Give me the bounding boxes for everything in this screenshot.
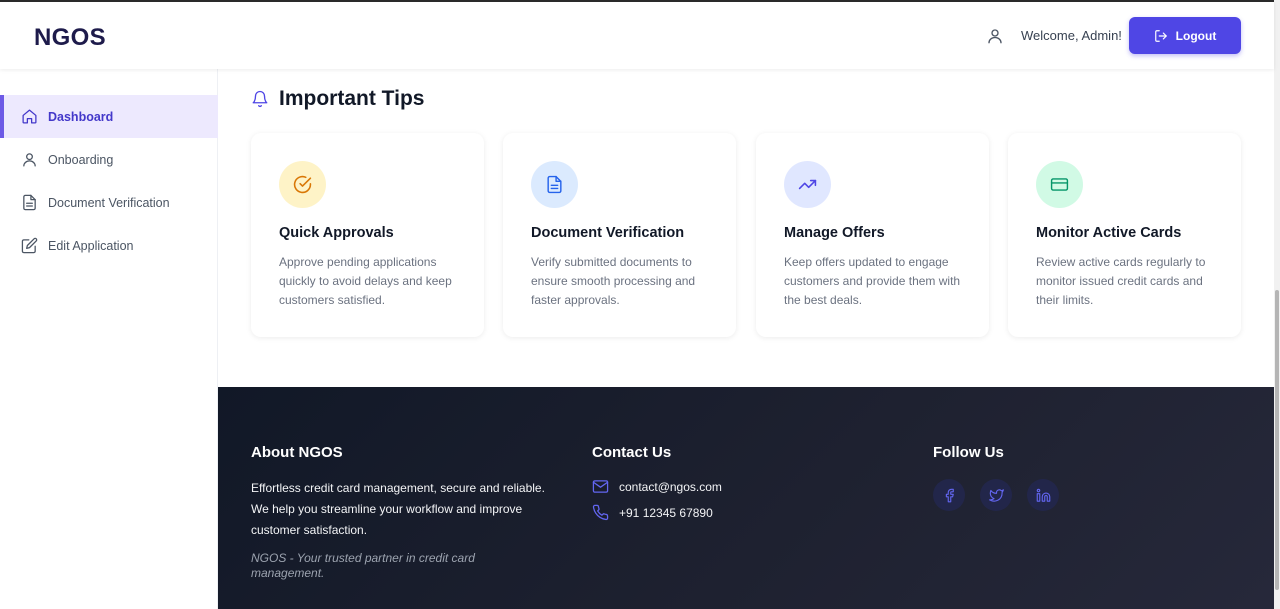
card-description: Approve pending applications quickly to … — [279, 255, 452, 307]
footer-tagline: NGOS - Your trusted partner in credit ca… — [251, 551, 475, 580]
facebook-icon — [945, 488, 954, 502]
document-icon — [547, 175, 562, 194]
footer: About NGOS Effortless credit card manage… — [218, 387, 1274, 609]
sidebar: Dashboard Onboarding Document Verificati… — [0, 69, 218, 609]
email-text: contact@ngos.com — [619, 479, 722, 494]
mail-icon — [592, 480, 609, 493]
twitter-link[interactable] — [980, 479, 1012, 511]
sidebar-item-label: Edit Application — [48, 238, 134, 253]
sidebar-item-label: Dashboard — [48, 109, 114, 124]
logout-button[interactable]: Logout — [1129, 17, 1241, 54]
twitter-icon — [988, 488, 1004, 502]
tip-card-quick-approvals: Quick Approvals Approve pending applicat… — [251, 133, 484, 337]
footer-email[interactable]: contact@ngos.com — [592, 478, 722, 495]
top-header: NGOS Welcome, Admin! Logout — [0, 2, 1274, 69]
icon-circle — [279, 161, 326, 208]
user-icon — [23, 153, 36, 167]
footer-phone[interactable]: +91 12345 67890 — [592, 504, 713, 521]
main-content: Important Tips Quick Approvals Approve p… — [218, 69, 1274, 387]
tip-card-monitor-active-cards: Monitor Active Cards Review active cards… — [1008, 133, 1241, 337]
logout-icon — [1154, 29, 1167, 42]
footer-about-title: About NGOS — [251, 444, 343, 461]
sidebar-item-label: Document Verification — [48, 195, 170, 210]
card-title: Manage Offers — [784, 225, 885, 241]
card-description: Verify submitted documents to ensure smo… — [531, 255, 696, 307]
card-title: Quick Approvals — [279, 225, 394, 241]
icon-circle — [531, 161, 578, 208]
check-circle-icon — [293, 175, 312, 194]
card-description: Keep offers updated to engage customers … — [784, 255, 961, 307]
tip-card-document-verification: Document Verification Verify submitted d… — [503, 133, 736, 337]
icon-circle — [1036, 161, 1083, 208]
footer-follow-title: Follow Us — [933, 444, 1004, 461]
facebook-link[interactable] — [933, 479, 965, 511]
card-title: Monitor Active Cards — [1036, 225, 1182, 241]
phone-text: +91 12345 67890 — [619, 505, 713, 520]
icon-circle — [784, 161, 831, 208]
bell-icon — [252, 90, 268, 108]
document-icon — [23, 194, 36, 211]
linkedin-link[interactable] — [1027, 479, 1059, 511]
home-icon — [22, 109, 37, 124]
card-title: Document Verification — [531, 225, 685, 241]
footer-contact-title: Contact Us — [592, 444, 672, 461]
sidebar-item-edit-application[interactable]: Edit Application — [0, 224, 218, 267]
credit-card-icon — [1050, 178, 1069, 191]
user-icon — [988, 29, 1002, 44]
sidebar-item-document-verification[interactable]: Document Verification — [0, 181, 218, 224]
sidebar-item-label: Onboarding — [48, 152, 114, 167]
tips-header: Important Tips — [251, 87, 424, 111]
app-logo[interactable]: NGOS — [34, 24, 106, 52]
scrollbar-thumb[interactable] — [1275, 290, 1279, 590]
tip-card-manage-offers: Manage Offers Keep offers updated to eng… — [756, 133, 989, 337]
sidebar-item-onboarding[interactable]: Onboarding — [0, 138, 218, 181]
footer-about-text: Effortless credit card management, secur… — [251, 481, 545, 537]
edit-icon — [21, 237, 38, 254]
logout-label: Logout — [1175, 28, 1217, 43]
sidebar-item-dashboard[interactable]: Dashboard — [0, 95, 218, 138]
welcome-text: Welcome, Admin! — [1021, 28, 1122, 43]
page-title: Important Tips — [279, 87, 425, 110]
linkedin-icon — [1036, 488, 1050, 502]
phone-icon — [592, 504, 609, 521]
trending-up-icon — [798, 179, 817, 190]
card-description: Review active cards regularly to monitor… — [1036, 255, 1206, 307]
